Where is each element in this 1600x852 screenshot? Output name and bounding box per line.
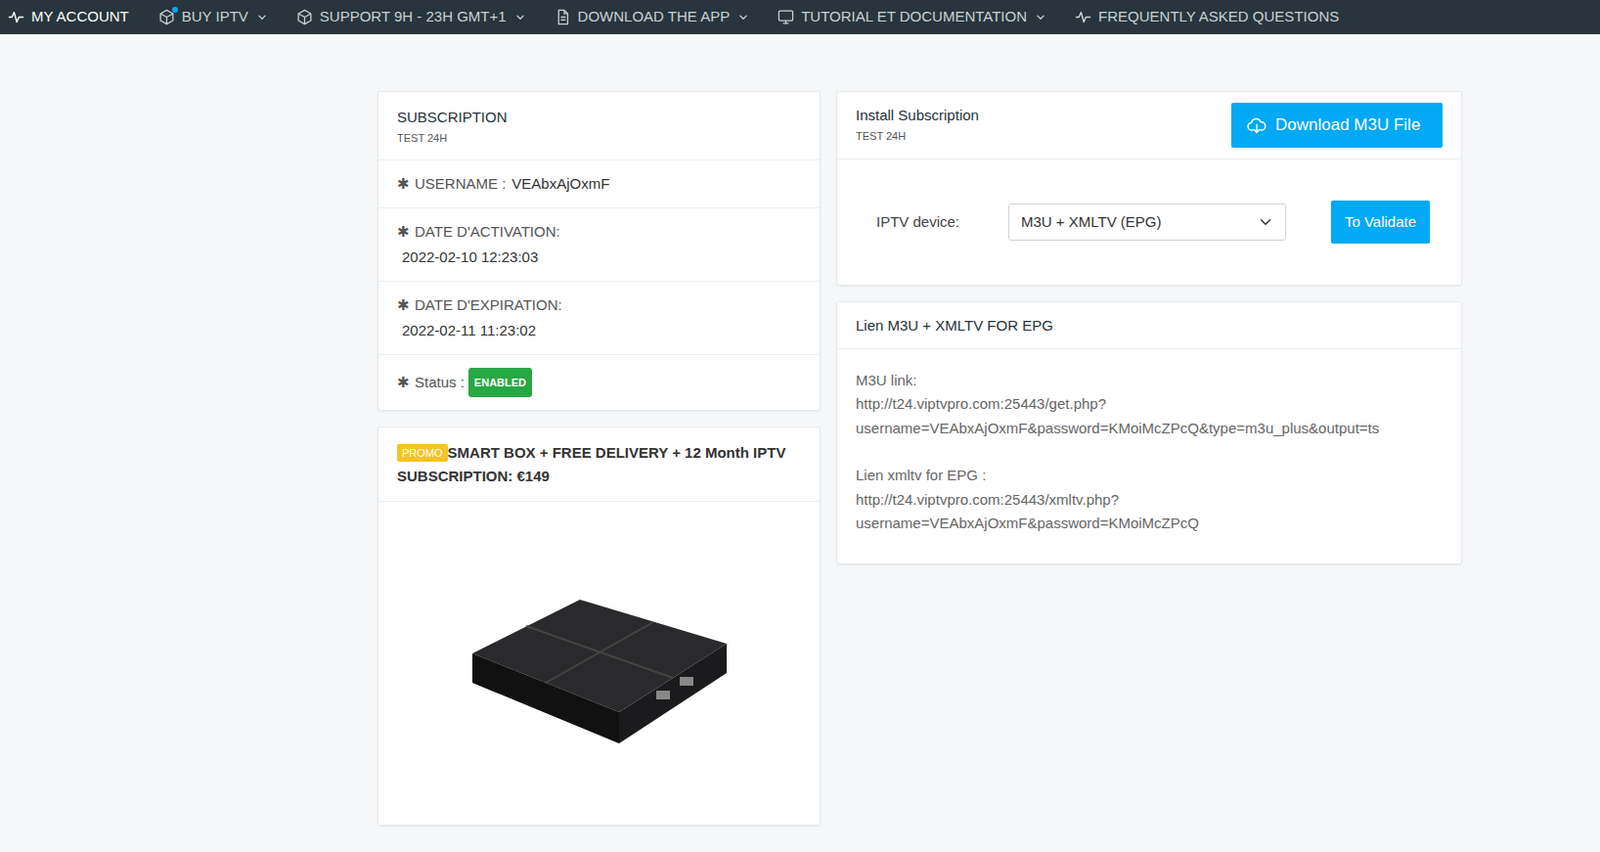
nav-label[interactable]: SUPPORT 9H - 23H GMT+1 bbox=[319, 5, 507, 29]
nav-link[interactable]: FREQUENTLY ASKED QUESTIONS bbox=[1074, 5, 1339, 29]
field-value: 2022-02-11 11:23:02 bbox=[397, 319, 801, 342]
download-button[interactable]: Download M3U File bbox=[1231, 102, 1443, 148]
promo-title: PROMOSMART BOX + FREE DELIVERY + 12 Mont… bbox=[378, 427, 820, 502]
subscription-card: SUBSCRIPTIONTEST 24H✱USERNAME :VEAbxAjOx… bbox=[377, 90, 821, 411]
links-body: M3U link:http://t24.viptvpro.com:25443/g… bbox=[837, 349, 1462, 564]
smart-box-icon bbox=[433, 516, 766, 810]
cloud-download-icon bbox=[1246, 115, 1267, 135]
card-header: Install Subscription TEST 24H Download M3U… bbox=[837, 91, 1462, 160]
nav-icon-holder bbox=[777, 8, 795, 26]
link-url[interactable]: http://t24.viptvpro.com:25443/xmltv.php?… bbox=[855, 488, 1443, 536]
main-area: SUBSCRIPTIONTEST 24H✱USERNAME :VEAbxAjOx… bbox=[377, 34, 1463, 845]
card-title: Lien M3U + XMLTV FOR EPG bbox=[855, 315, 1443, 336]
asterisk-icon: ✱ bbox=[397, 373, 410, 391]
chevron-down-icon bbox=[515, 12, 526, 23]
nav-link[interactable]: MY ACCOUNT bbox=[7, 5, 130, 29]
field-label: Status : bbox=[414, 373, 465, 391]
promo-text: SMART BOX + FREE DELIVERY + 12 Month IPT… bbox=[397, 444, 786, 485]
asterisk-icon: ✱ bbox=[397, 296, 410, 313]
link-group: Lien xmltv for EPG :http://t24.viptvpro.… bbox=[855, 463, 1443, 536]
field-label: DATE D'ACTIVATION: bbox=[414, 222, 561, 240]
device-label: IPTV device: bbox=[876, 211, 1009, 234]
chevron-down-icon bbox=[1035, 12, 1046, 23]
field-label-line: ✱USERNAME : VEAbxAjOxmF bbox=[397, 173, 801, 195]
nav-label[interactable]: MY ACCOUNT bbox=[31, 5, 130, 29]
device-select[interactable]: M3U + XMLTV (EPG) bbox=[1008, 203, 1287, 241]
right-column: Install Subscription TEST 24H Download M3U… bbox=[836, 90, 1463, 565]
chevron-down-icon bbox=[738, 12, 749, 23]
field-label-line: ✱DATE D'ACTIVATION: bbox=[397, 221, 801, 243]
card-header: Lien M3U + XMLTV FOR EPG bbox=[837, 302, 1462, 350]
nav-link[interactable]: BUY IPTV bbox=[158, 5, 267, 29]
nav-icon-holder bbox=[158, 8, 176, 26]
card-header: SUBSCRIPTION TEST 24H bbox=[378, 91, 820, 161]
nav-label[interactable]: FREQUENTLY ASKED QUESTIONS bbox=[1098, 5, 1339, 29]
nav-icon-holder bbox=[1074, 8, 1092, 26]
field-value: 2022-02-10 12:23:03 bbox=[397, 246, 801, 268]
pulse-icon bbox=[7, 8, 25, 26]
link-group: M3U link:http://t24.viptvpro.com:25443/g… bbox=[855, 368, 1443, 442]
validate-button[interactable]: To Validate bbox=[1331, 200, 1430, 245]
link-label: M3U link: bbox=[855, 368, 1443, 394]
card-title: SUBSCRIPTION bbox=[397, 107, 801, 128]
nav-link[interactable]: SUPPORT 9H - 23H GMT+1 bbox=[296, 5, 526, 29]
card-subtitle: TEST 24H bbox=[855, 128, 979, 145]
asterisk-icon: ✱ bbox=[397, 222, 410, 240]
monitor-icon bbox=[777, 8, 795, 26]
field-row: ✱Status :ENABLED bbox=[378, 354, 820, 410]
field-label-line: ✱DATE D'EXPIRATION: bbox=[397, 294, 801, 316]
nav-link[interactable]: TUTORIAL ET DOCUMENTATION bbox=[777, 5, 1046, 29]
links-card: Lien M3U + XMLTV FOR EPGM3U link:http://… bbox=[836, 301, 1463, 565]
field-value: VEAbxAjOxmF bbox=[511, 175, 610, 192]
field-label: USERNAME : bbox=[414, 175, 506, 192]
file-icon bbox=[554, 8, 572, 26]
nav-label[interactable]: BUY IPTV bbox=[181, 5, 249, 29]
promo-badge: PROMO bbox=[397, 444, 448, 462]
box-icon bbox=[296, 8, 313, 26]
nav-icon-holder bbox=[296, 8, 313, 26]
card-subtitle: TEST 24H bbox=[397, 130, 801, 147]
nav-label[interactable]: TUTORIAL ET DOCUMENTATION bbox=[800, 5, 1027, 29]
field-label-line: ✱Status :ENABLED bbox=[397, 367, 801, 398]
header-titles: Install Subscription TEST 24H bbox=[855, 105, 979, 144]
asterisk-icon: ✱ bbox=[397, 175, 410, 192]
left-column: SUBSCRIPTIONTEST 24H✱USERNAME :VEAbxAjOx… bbox=[377, 90, 821, 826]
nav-icon-holder bbox=[7, 8, 25, 26]
status-badge: ENABLED bbox=[468, 367, 533, 398]
top-navbar: MY ACCOUNT BUY IPTV SUPPORT 9H - 23H GMT+1… bbox=[0, 0, 1600, 35]
field-row: ✱USERNAME : VEAbxAjOxmF bbox=[378, 160, 820, 208]
link-url[interactable]: http://t24.viptvpro.com:25443/get.php?us… bbox=[855, 392, 1443, 441]
pulse-icon bbox=[1074, 8, 1092, 26]
nav-icon-holder bbox=[554, 8, 572, 26]
field-row: ✱DATE D'ACTIVATION: 2022-02-10 12:23:03 bbox=[378, 207, 820, 281]
card-title: Install Subscription bbox=[855, 105, 979, 126]
chevron-down-icon bbox=[257, 12, 267, 23]
notification-dot bbox=[172, 6, 178, 13]
download-label[interactable]: Download M3U File bbox=[1275, 112, 1421, 138]
install-form: IPTV device:M3U + XMLTV (EPG) To Validate bbox=[837, 159, 1462, 286]
install-card: Install Subscription TEST 24H Download M3U… bbox=[836, 90, 1463, 286]
nav-label[interactable]: DOWNLOAD THE APP bbox=[577, 5, 731, 29]
field-row: ✱DATE D'EXPIRATION: 2022-02-11 11:23:02 bbox=[378, 280, 820, 355]
promo-card: PROMOSMART BOX + FREE DELIVERY + 12 Mont… bbox=[377, 426, 821, 826]
link-label: Lien xmltv for EPG : bbox=[855, 463, 1443, 489]
product-image bbox=[378, 501, 820, 825]
nav-link[interactable]: DOWNLOAD THE APP bbox=[554, 5, 750, 29]
field-label: DATE D'EXPIRATION: bbox=[414, 296, 563, 313]
